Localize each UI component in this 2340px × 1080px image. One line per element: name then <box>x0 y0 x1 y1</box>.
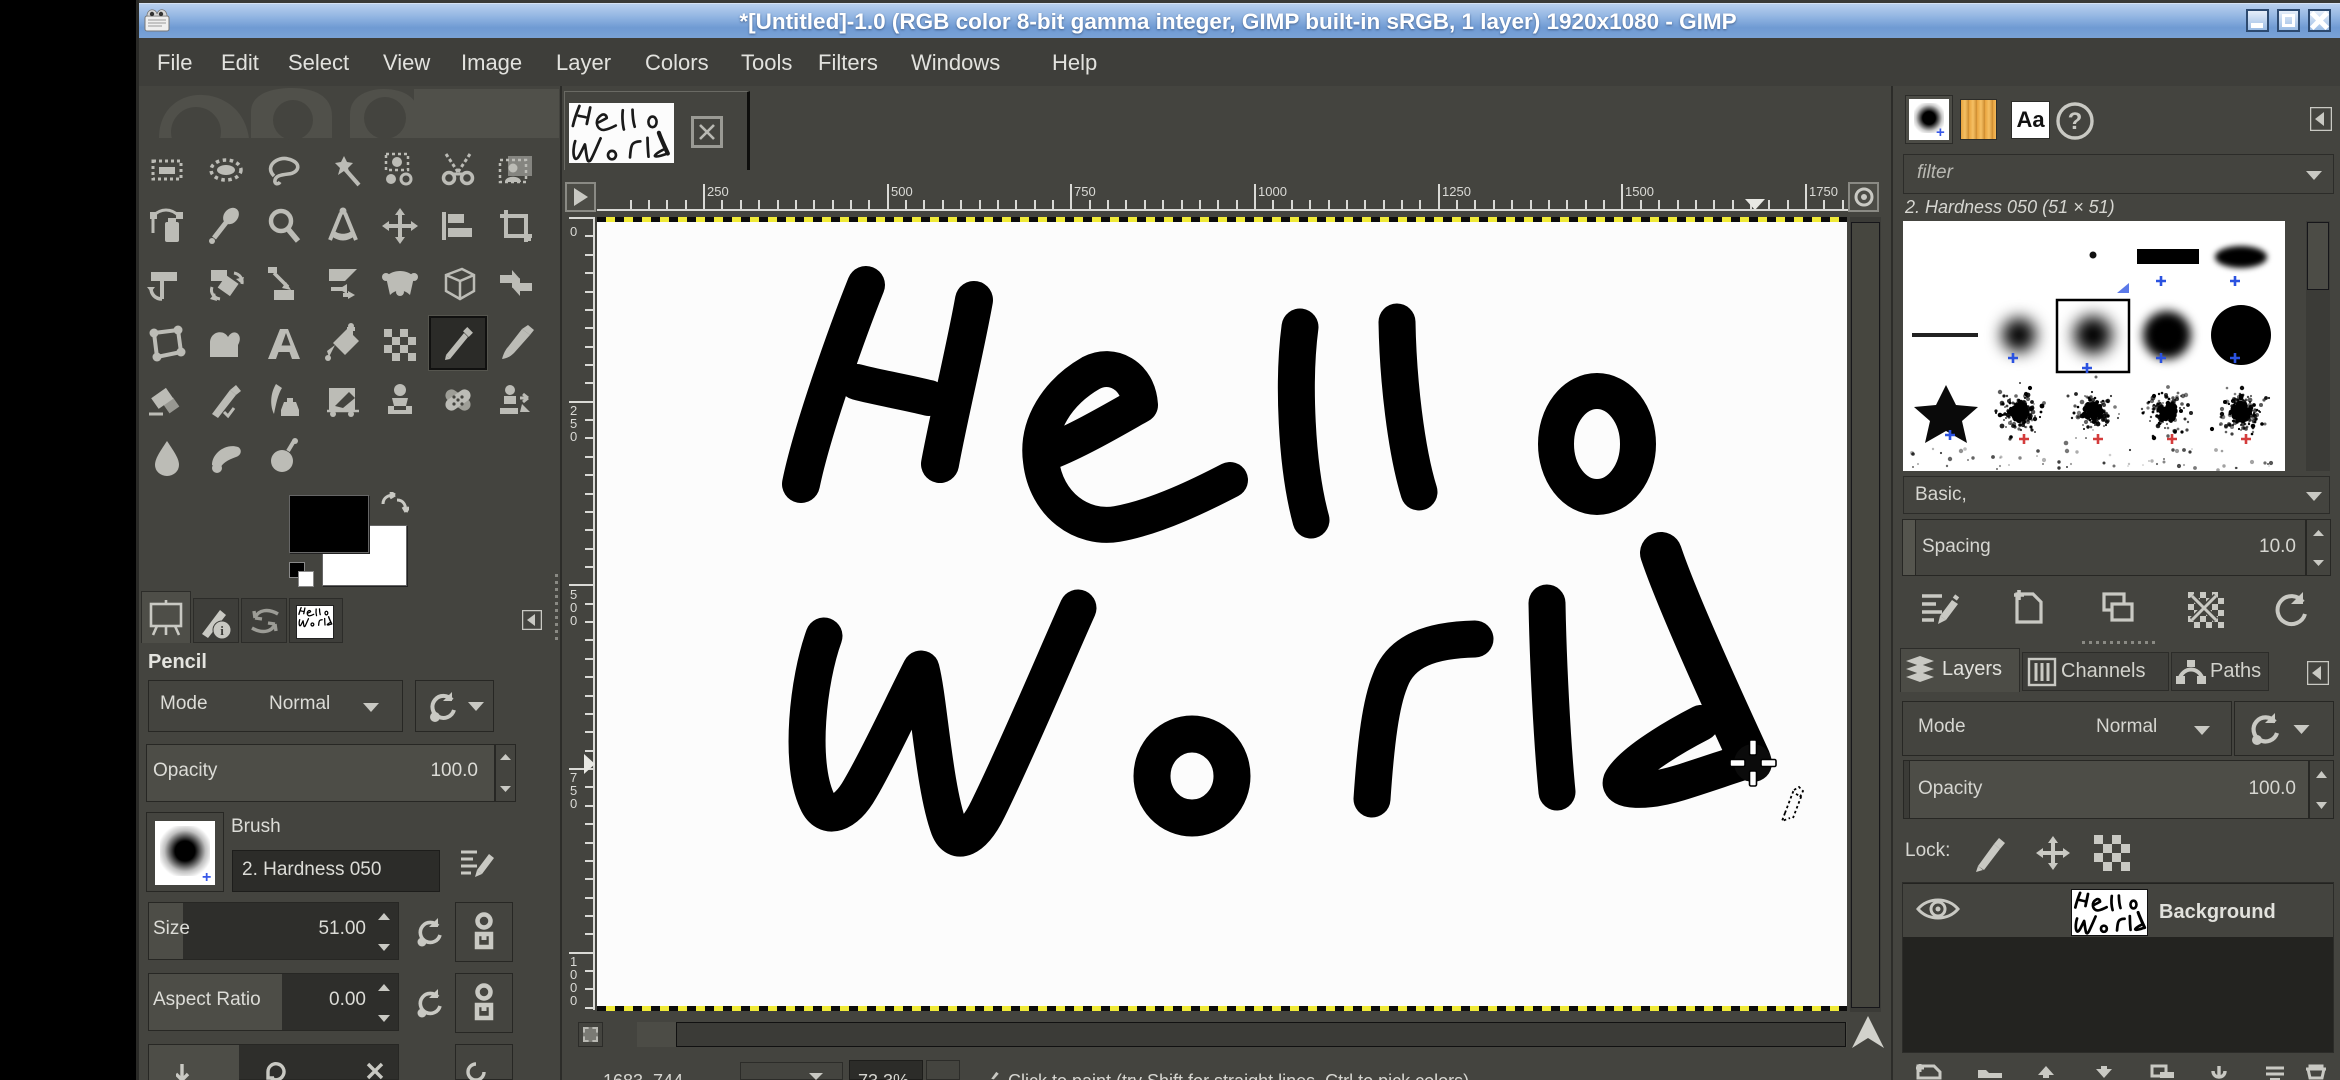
svg-text:i: i <box>220 623 224 638</box>
svg-text:?: ? <box>2068 108 2083 135</box>
